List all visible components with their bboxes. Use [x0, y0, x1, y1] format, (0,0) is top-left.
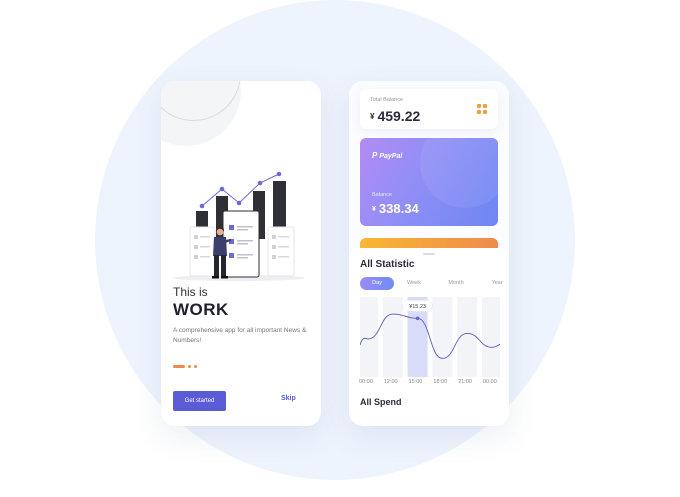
grid-menu-icon[interactable]	[477, 104, 487, 114]
skip-link[interactable]: Skip	[281, 395, 296, 402]
onboarding-screen: This is WORK A comprehensive app for all…	[161, 81, 321, 426]
x-tick-label: 00:00	[359, 379, 373, 385]
chart-column	[382, 297, 403, 377]
page-indicator[interactable]	[173, 365, 197, 368]
chart-column	[360, 297, 378, 377]
chart-column	[482, 297, 500, 377]
statistic-sheet: All Statistic Day Week Month Year ¥15.23…	[349, 248, 509, 426]
paypal-brand: PayPal	[379, 153, 403, 160]
currency-symbol: ¥	[370, 112, 375, 121]
x-tick-label: 18:00	[433, 379, 448, 385]
x-tick-label: 00:00	[483, 379, 497, 385]
page-dot[interactable]	[188, 365, 191, 368]
tab-day[interactable]: Day	[360, 277, 394, 290]
card-balance-label: Balance	[372, 192, 392, 198]
tab-month[interactable]: Month	[436, 277, 476, 290]
paypal-icon: P	[372, 151, 378, 160]
page-dot-active[interactable]	[173, 365, 185, 368]
statistic-title: All Statistic	[360, 259, 415, 270]
showcase-stage: This is WORK A comprehensive app for all…	[0, 0, 680, 497]
chart-series-line	[360, 313, 500, 359]
x-tick-label: 12:00	[383, 379, 398, 385]
x-tick-label: 15:00	[408, 379, 423, 385]
paypal-logo: P PayPal	[372, 151, 402, 160]
card-balance-amount: 338.34	[378, 201, 419, 216]
headline-small: This is	[173, 285, 208, 299]
statistic-chart: ¥15.23	[360, 297, 500, 377]
headline-big: WORK	[173, 300, 229, 319]
highlight-point[interactable]	[415, 316, 420, 321]
paypal-card[interactable]: P PayPal Balance ¥338.34	[360, 138, 498, 226]
card-glow	[420, 138, 498, 208]
tab-year[interactable]: Year	[482, 277, 509, 290]
tab-week[interactable]: Week	[398, 277, 430, 290]
total-balance-card[interactable]: Total Balance ¥459.22	[360, 89, 498, 129]
x-tick-label: 21:00	[458, 379, 472, 385]
page-dot[interactable]	[194, 365, 197, 368]
wallet-screen: Total Balance ¥459.22 P PayPal Balance ¥3…	[349, 81, 509, 426]
total-balance-value: ¥459.22	[370, 108, 420, 124]
tooltip-value: ¥15.23	[409, 304, 426, 310]
chart-column	[432, 297, 453, 377]
currency-symbol: ¥	[372, 206, 376, 213]
drag-handle[interactable]	[423, 253, 435, 255]
total-balance-amount: 459.22	[377, 108, 421, 124]
work-illustration	[173, 171, 305, 281]
total-balance-label: Total Balance	[370, 97, 404, 103]
all-spend-title: All Spend	[360, 397, 402, 407]
get-started-button[interactable]: Get started	[173, 391, 226, 411]
card-balance-value: ¥338.34	[372, 201, 419, 216]
period-tabs: Day Week Month Year	[360, 277, 509, 291]
onboarding-description: A comprehensive app for all important Ne…	[173, 327, 307, 344]
